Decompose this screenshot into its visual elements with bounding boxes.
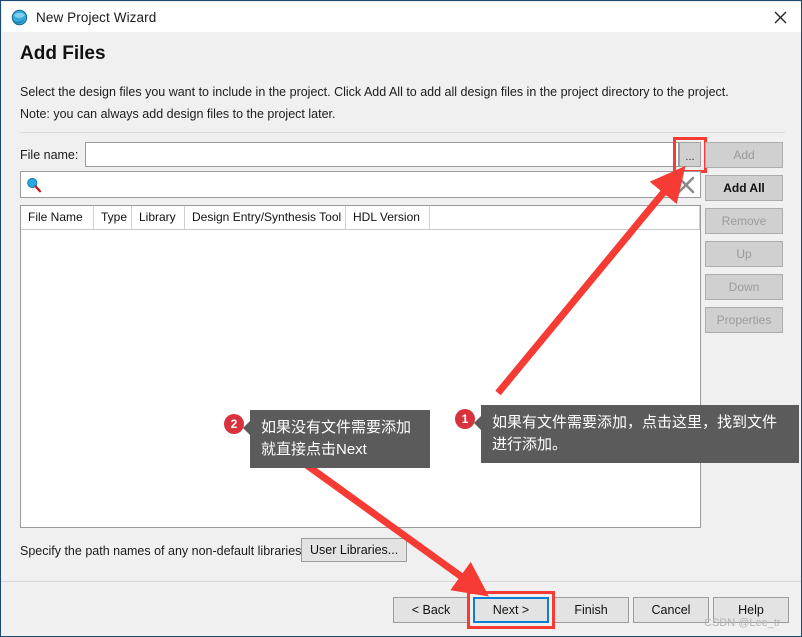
clear-x-icon[interactable] — [676, 175, 696, 195]
watermark: CSDN @Lee_tr — [704, 617, 781, 629]
new-project-wizard-dialog: New Project Wizard Add Files Select the … — [0, 0, 802, 637]
next-button[interactable]: Next > — [473, 597, 549, 623]
add-all-button[interactable]: Add All — [705, 175, 783, 201]
page-description-line2: Note: you can always add design files to… — [20, 107, 336, 121]
magnifier-icon — [26, 177, 42, 193]
page-title: Add Files — [20, 43, 106, 64]
table-header-row: File Name Type Library Design Entry/Synt… — [21, 206, 700, 230]
design-files-table[interactable]: File Name Type Library Design Entry/Synt… — [20, 205, 701, 528]
move-down-button[interactable]: Down — [705, 274, 783, 300]
column-header-spacer — [430, 206, 700, 229]
window-title: New Project Wizard — [36, 9, 157, 25]
browse-button[interactable]: ... — [679, 142, 701, 167]
page-description-line1: Select the design files you want to incl… — [20, 85, 729, 99]
callout-2: 如果没有文件需要添加就直接点击Next — [243, 410, 430, 468]
callout-badge-2: 2 — [224, 414, 244, 434]
finish-button[interactable]: Finish — [553, 597, 629, 623]
column-header-hdl-version[interactable]: HDL Version — [346, 206, 430, 229]
table-body[interactable] — [21, 230, 700, 527]
callout-1: 如果有文件需要添加，点击这里，找到文件进行添加。 — [474, 405, 799, 463]
search-field[interactable] — [20, 171, 701, 198]
header-divider — [20, 132, 785, 133]
user-libraries-button[interactable]: User Libraries... — [301, 538, 408, 562]
callout-badge-1: 1 — [455, 409, 475, 429]
column-header-file-name[interactable]: File Name — [21, 206, 94, 229]
back-button[interactable]: < Back — [393, 597, 469, 623]
file-name-input[interactable] — [85, 142, 679, 167]
globe-icon — [11, 9, 28, 26]
cancel-button[interactable]: Cancel — [633, 597, 709, 623]
properties-button[interactable]: Properties — [705, 307, 783, 333]
footer-divider — [1, 581, 801, 582]
search-input[interactable] — [47, 173, 677, 196]
user-libraries-label: Specify the path names of any non-defaul… — [20, 544, 305, 558]
add-button[interactable]: Add — [705, 142, 783, 168]
remove-button[interactable]: Remove — [705, 208, 783, 234]
close-icon[interactable] — [758, 2, 801, 32]
column-header-type[interactable]: Type — [94, 206, 132, 229]
column-header-design-entry[interactable]: Design Entry/Synthesis Tool — [185, 206, 346, 229]
title-bar: New Project Wizard — [2, 2, 801, 32]
file-name-label: File name: — [20, 148, 79, 162]
move-up-button[interactable]: Up — [705, 241, 783, 267]
column-header-library[interactable]: Library — [132, 206, 185, 229]
